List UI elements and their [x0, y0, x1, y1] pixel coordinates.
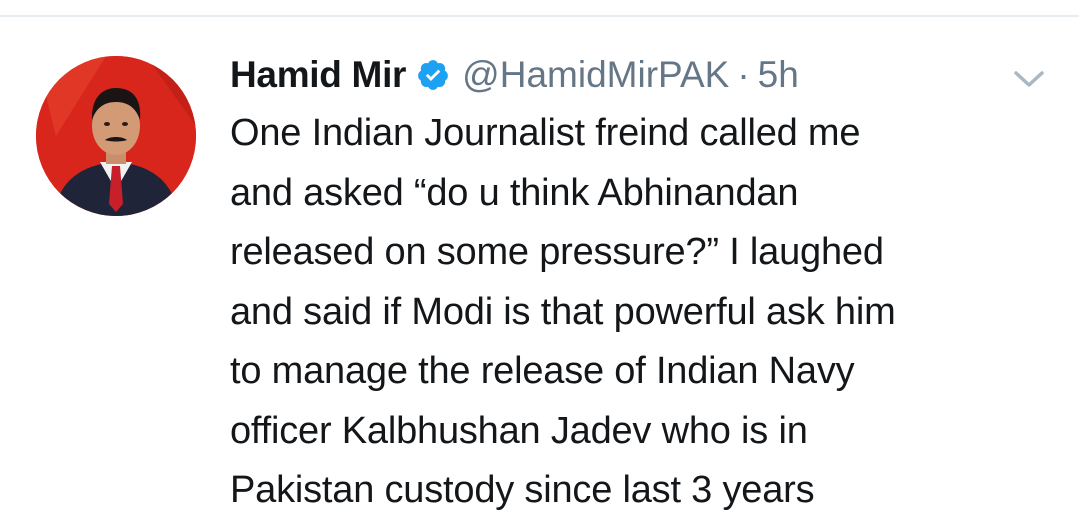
- avatar[interactable]: [36, 56, 196, 216]
- verified-badge-icon: [418, 60, 449, 90]
- tweet-text: One Indian Journalist freind called me a…: [230, 104, 1060, 521]
- avatar-portrait: [36, 56, 196, 216]
- chevron-down-icon[interactable]: [1012, 66, 1046, 92]
- top-divider: [0, 15, 1079, 17]
- author-handle[interactable]: @HamidMirPAK: [462, 54, 729, 96]
- author-name[interactable]: Hamid Mir: [230, 54, 406, 96]
- tweet-text-line: and asked “do u think Abhinandan: [230, 171, 799, 214]
- tweet-header: Hamid Mir @HamidMirPAK · 5h: [230, 50, 799, 100]
- header-separator: ·: [737, 54, 750, 95]
- tweet-text-line: and said if Modi is that powerful ask hi…: [230, 290, 896, 333]
- tweet-text-line: released on some pressure?” I laughed: [230, 231, 884, 273]
- tweet-text-line: Pakistan custody since last 3 years: [230, 469, 815, 511]
- tweet-text-line: officer Kalbhushan Jadev who is in: [230, 409, 808, 452]
- tweet-text-line: One Indian Journalist freind called me: [230, 112, 861, 154]
- tweet-card[interactable]: Hamid Mir @HamidMirPAK · 5h One Indian J…: [0, 0, 1079, 532]
- tweet-timestamp[interactable]: 5h: [758, 54, 799, 96]
- tweet-text-line: to manage the release of Indian Navy: [230, 350, 855, 392]
